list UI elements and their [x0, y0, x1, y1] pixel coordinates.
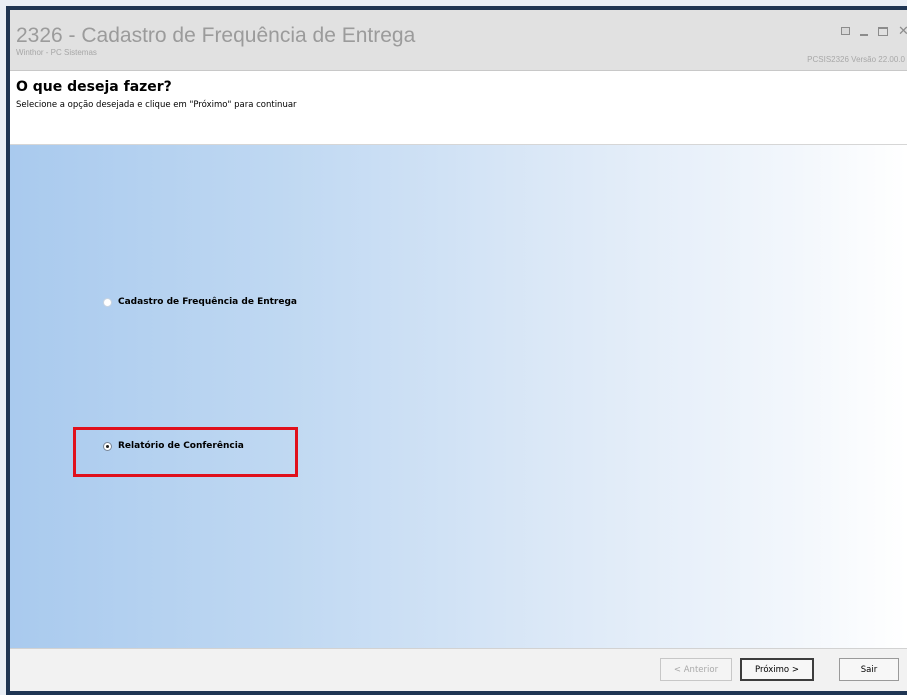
page-instructions: Selecione a opção desejada e clique em "… [16, 100, 297, 110]
next-button[interactable]: Próximo > [740, 658, 814, 681]
page-title: O que deseja fazer? [16, 79, 172, 95]
close-icon[interactable]: ✕ [898, 25, 907, 38]
radio-button-selected[interactable] [103, 441, 112, 451]
option-label: Relatório de Conferência [118, 441, 244, 451]
option-cadastro-frequencia[interactable]: Cadastro de Frequência de Entrega [103, 297, 297, 307]
highlight-box [73, 427, 298, 477]
maximize-icon[interactable] [878, 26, 888, 36]
option-relatorio-conferencia[interactable]: Relatório de Conferência [103, 441, 244, 451]
window-subtitle: Winthor - PC Sistemas [16, 48, 97, 57]
wizard-window: 2326 - Cadastro de Frequência de Entrega… [6, 6, 907, 695]
window-controls: ✕ [841, 24, 907, 38]
option-label: Cadastro de Frequência de Entrega [118, 297, 297, 307]
wizard-footer: < Anterior Próximo > Sair [10, 648, 907, 691]
previous-button[interactable]: < Anterior [660, 658, 732, 681]
version-label: PCSIS2326 Versão 22.00.0 [807, 55, 905, 64]
options-panel: Cadastro de Frequência de Entrega Relató… [10, 145, 907, 648]
window-title: 2326 - Cadastro de Frequência de Entrega [16, 24, 416, 47]
minimize-icon[interactable] [860, 34, 868, 36]
exit-button[interactable]: Sair [839, 658, 899, 681]
title-bar[interactable]: 2326 - Cadastro de Frequência de Entrega… [10, 10, 907, 71]
restore-icon[interactable] [841, 27, 850, 35]
wizard-header: O que deseja fazer? Selecione a opção de… [10, 71, 907, 145]
radio-button-unselected[interactable] [103, 297, 112, 307]
